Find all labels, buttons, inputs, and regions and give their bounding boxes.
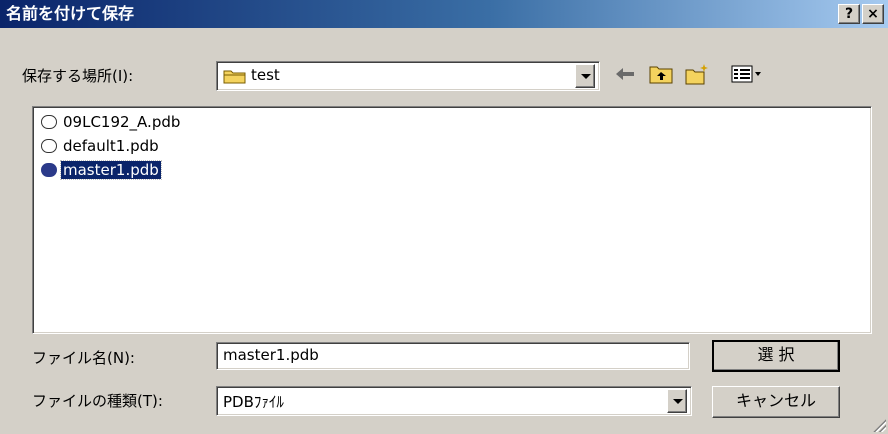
help-button[interactable]: ?	[838, 4, 860, 24]
filetype-combo[interactable]: PDBﾌｧｲﾙ	[216, 386, 692, 416]
location-value: test	[251, 66, 280, 84]
resize-grip-icon[interactable]	[872, 418, 886, 432]
pdb-file-icon	[41, 163, 57, 177]
filetype-dropdown-button[interactable]	[667, 389, 687, 413]
file-item[interactable]: default1.pdb	[41, 137, 161, 159]
filetype-value: PDBﾌｧｲﾙ	[223, 393, 284, 411]
pdb-file-icon	[41, 115, 57, 129]
save-as-dialog: 名前を付けて保存 ? × 保存する場所(I): test 09LC192_A.p…	[0, 0, 888, 434]
back-arrow-icon[interactable]	[612, 62, 638, 86]
location-label: 保存する場所(I):	[22, 67, 134, 85]
pdb-file-icon	[41, 139, 57, 153]
filename-value: master1.pdb	[223, 346, 319, 364]
filename-label: ファイル名(N):	[32, 349, 135, 367]
file-name: default1.pdb	[63, 137, 159, 155]
new-folder-icon[interactable]	[684, 62, 710, 86]
select-button[interactable]: 選 択	[712, 340, 840, 372]
cancel-button[interactable]: キャンセル	[712, 386, 840, 418]
window-title: 名前を付けて保存	[6, 4, 135, 23]
filename-input[interactable]: master1.pdb	[216, 342, 690, 370]
view-menu-icon[interactable]	[730, 62, 764, 86]
file-name: master1.pdb	[60, 160, 162, 180]
close-button[interactable]: ×	[862, 4, 884, 24]
file-name: 09LC192_A.pdb	[63, 113, 181, 131]
up-folder-icon[interactable]	[648, 62, 674, 86]
file-list[interactable]: 09LC192_A.pdb default1.pdb master1.pdb	[32, 106, 872, 334]
title-bar[interactable]: 名前を付けて保存 ? ×	[0, 0, 888, 28]
file-item[interactable]: 09LC192_A.pdb	[41, 113, 182, 135]
location-combo[interactable]: test	[216, 61, 600, 91]
location-dropdown-button[interactable]	[575, 64, 595, 88]
folder-icon	[223, 70, 246, 84]
filetype-label: ファイルの種類(T):	[32, 392, 163, 410]
file-item-selected[interactable]: master1.pdb	[41, 160, 162, 183]
